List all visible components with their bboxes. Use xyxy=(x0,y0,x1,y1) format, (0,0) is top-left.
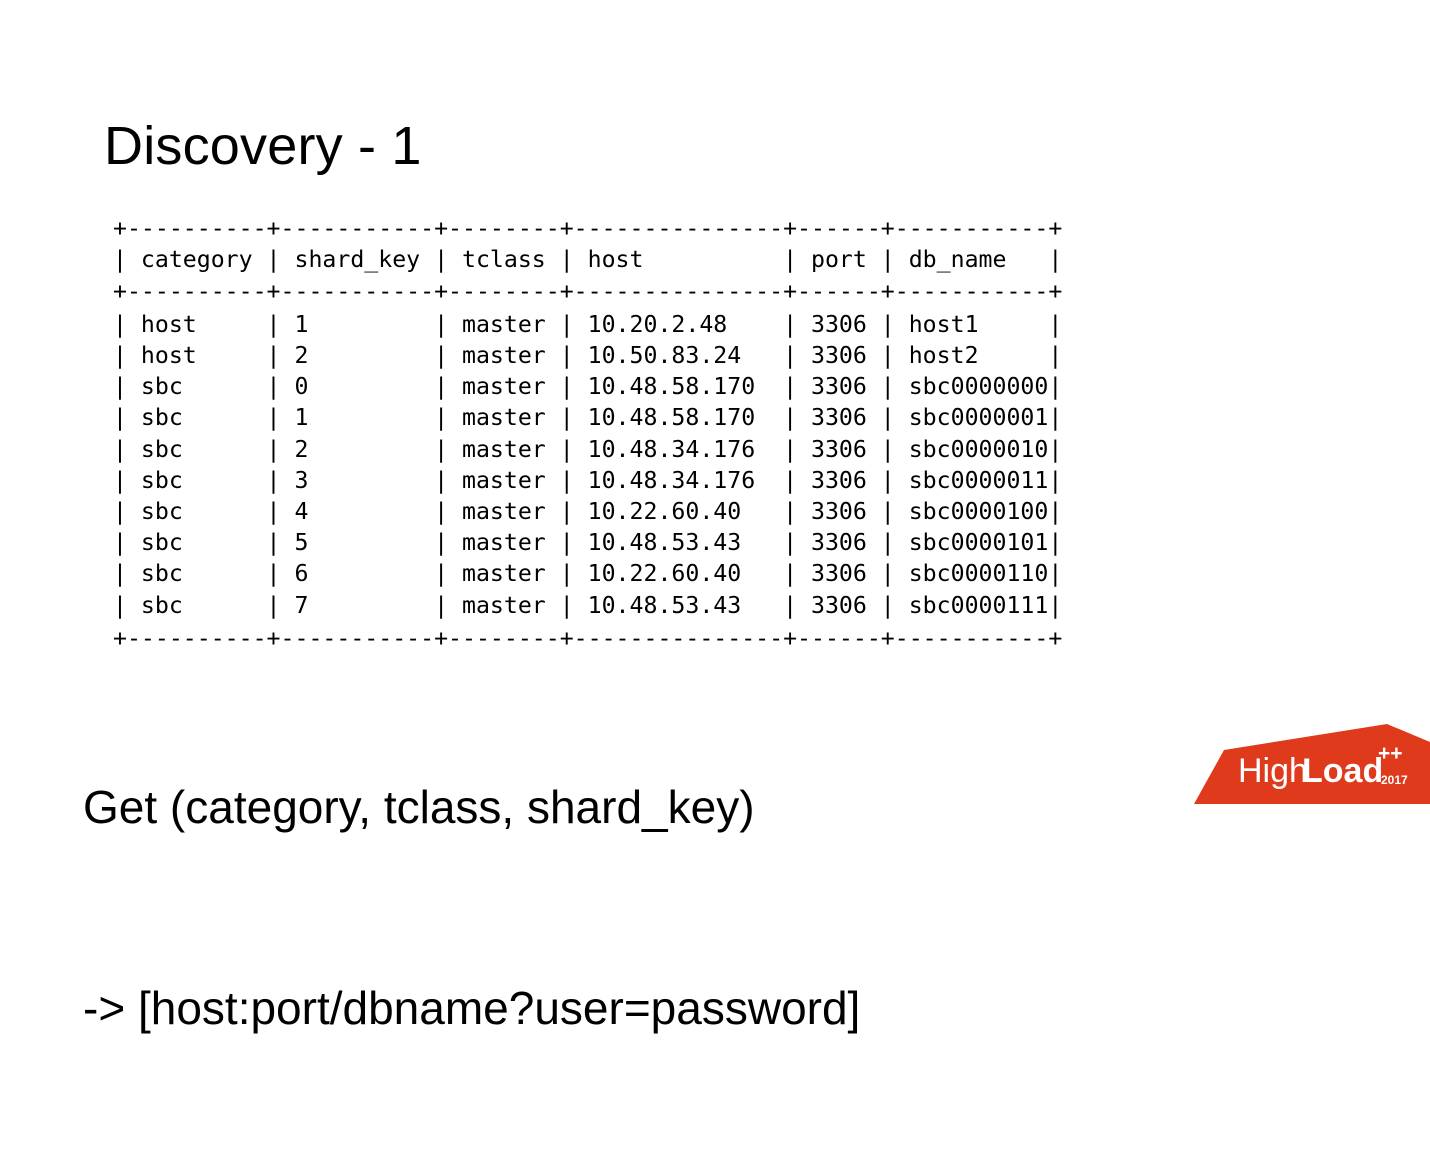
slide-canvas: Discovery - 1 +----------+-----------+--… xyxy=(0,0,1430,1034)
logo-text-plusplus: ++ xyxy=(1378,742,1403,765)
page-title: Discovery - 1 xyxy=(104,116,422,177)
highload-logo: High Load ++ 2017 xyxy=(1182,724,1430,804)
logo-text-year: 2017 xyxy=(1381,773,1408,787)
table-row: | sbc | 5 | master | 10.48.53.43 | 3306 … xyxy=(113,529,1063,557)
table-row: | sbc | 6 | master | 10.22.60.40 | 3306 … xyxy=(113,560,1063,588)
logo-text-high: High xyxy=(1238,752,1308,790)
table-row: | sbc | 2 | master | 10.48.34.176 | 3306… xyxy=(113,435,1063,463)
table-header-row: | category | shard_key | tclass | host |… xyxy=(113,246,1063,274)
table-row: | sbc | 1 | master | 10.48.58.170 | 3306… xyxy=(113,404,1063,432)
highload-logo-svg: High Load ++ 2017 xyxy=(1194,724,1430,804)
table-row: | sbc | 7 | master | 10.48.53.43 | 3306 … xyxy=(113,591,1063,619)
table-rule-header: +----------+-----------+--------+-------… xyxy=(113,277,1063,305)
discovery-routing-table: +----------+-----------+--------+-------… xyxy=(113,213,1062,654)
table-row: | host | 1 | master | 10.20.2.48 | 3306 … xyxy=(113,310,1063,338)
caption-line-get: Get (category, tclass, shard_key) xyxy=(83,781,755,833)
table-row: | sbc | 0 | master | 10.48.58.170 | 3306… xyxy=(113,373,1063,401)
table-row: | sbc | 4 | master | 10.22.60.40 | 3306 … xyxy=(113,498,1063,526)
table-row: | host | 2 | master | 10.50.83.24 | 3306… xyxy=(113,342,1063,369)
caption-line-result: -> [host:port/dbname?user=password] xyxy=(83,982,861,1034)
table-row: | sbc | 3 | master | 10.48.34.176 | 3306… xyxy=(113,466,1063,494)
caption-block: Get (category, tclass, shard_key) -> [ho… xyxy=(83,640,860,1176)
table-rule-top: +----------+-----------+--------+-------… xyxy=(113,215,1063,243)
logo-text-load: Load xyxy=(1302,752,1383,790)
